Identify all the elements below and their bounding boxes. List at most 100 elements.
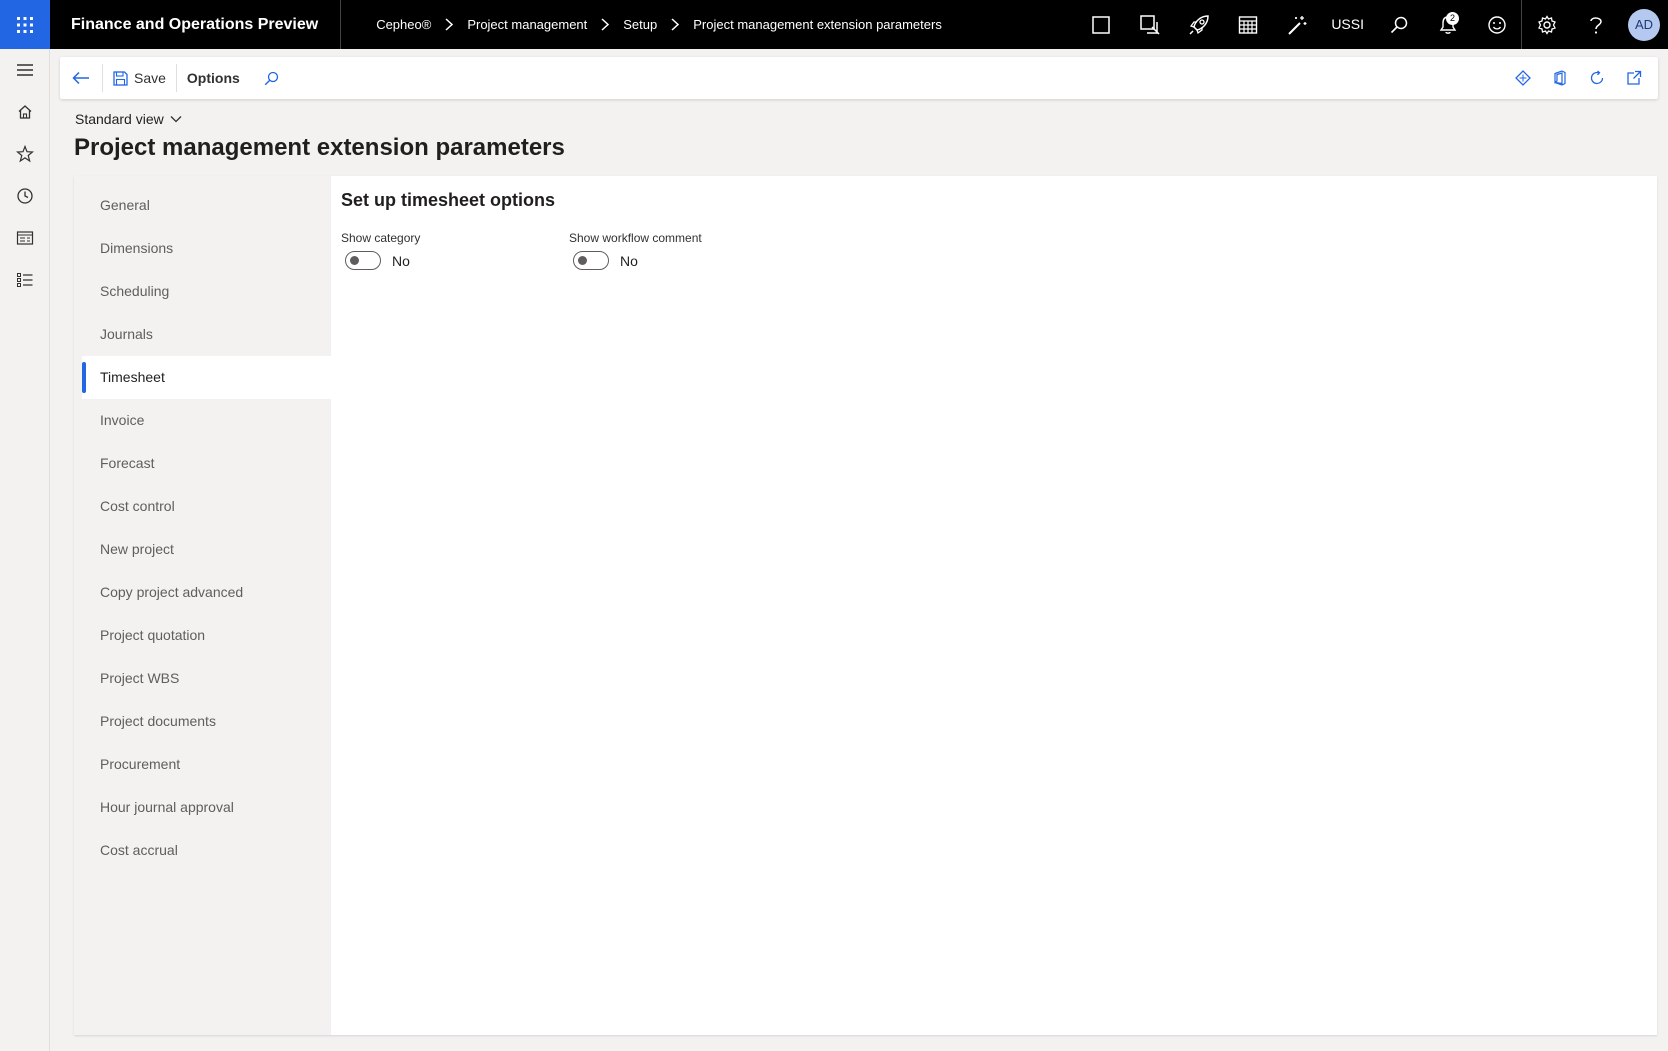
search-icon [1390, 16, 1407, 33]
toggle-row: No [569, 251, 797, 270]
tab-cost-accrual[interactable]: Cost accrual [82, 829, 331, 872]
workspaces-button[interactable] [0, 217, 50, 259]
tab-invoice[interactable]: Invoice [82, 399, 331, 442]
field-label: Show workflow comment [569, 231, 702, 245]
power-apps-button[interactable] [1504, 57, 1541, 99]
tab-general[interactable]: General [82, 184, 331, 227]
tab-timesheet[interactable]: Timesheet [82, 356, 331, 399]
breadcrumb-item-setup[interactable]: Setup [623, 17, 657, 32]
options-tab[interactable]: Options [177, 57, 250, 99]
diamond-icon [1514, 70, 1531, 86]
view-selector[interactable]: Standard view [75, 111, 182, 127]
toggle-value: No [620, 252, 638, 269]
action-pane-right [1504, 57, 1658, 99]
table-icon [1238, 15, 1258, 34]
office-icon [1553, 70, 1566, 86]
recent-button[interactable] [0, 175, 50, 217]
back-button[interactable] [60, 57, 102, 99]
tab-project-documents[interactable]: Project documents [82, 700, 331, 743]
action-pane: Save Options [60, 57, 1658, 99]
search-button[interactable] [1374, 0, 1423, 49]
window-select-button[interactable] [1125, 0, 1174, 49]
gear-icon [1537, 14, 1556, 35]
tab-journals[interactable]: Journals [82, 313, 331, 356]
save-icon [113, 70, 128, 86]
breadcrumb-item-current[interactable]: Project management extension parameters [693, 17, 942, 32]
action-search-button[interactable] [250, 57, 293, 99]
home-icon [18, 105, 32, 119]
breadcrumb: Cepheo® Project management Setup Project… [341, 17, 1076, 32]
navigation-rail [0, 49, 50, 1051]
tab-copy-project-advanced[interactable]: Copy project advanced [82, 571, 331, 614]
chevron-right-icon [671, 18, 680, 31]
back-arrow-icon [72, 71, 89, 85]
list-icon [17, 273, 33, 287]
table-button[interactable] [1223, 0, 1272, 49]
company-selector[interactable]: USSI [1321, 0, 1374, 49]
help-button[interactable] [1571, 0, 1620, 49]
pop-out-icon [1626, 70, 1641, 85]
show-workflow-comment-toggle[interactable] [573, 251, 609, 270]
refresh-button[interactable] [1578, 57, 1615, 99]
avatar[interactable]: AD [1628, 8, 1660, 41]
fields-row: Show category No Show workflow comment N… [341, 231, 1647, 270]
breadcrumb-item-cepheo[interactable]: Cepheo® [376, 17, 431, 32]
save-label: Save [134, 70, 166, 86]
vertical-tabs: General Dimensions Scheduling Journals Times… [74, 176, 331, 1035]
favorites-button[interactable] [0, 133, 50, 175]
smiley-icon [1487, 15, 1506, 34]
page-title: Project management extension parameters [74, 134, 565, 161]
tab-new-project[interactable]: New project [82, 528, 331, 571]
tab-forecast[interactable]: Forecast [82, 442, 331, 485]
content-area: General Dimensions Scheduling Journals Times… [74, 176, 1657, 1035]
search-icon [264, 71, 278, 85]
settings-button[interactable] [1522, 0, 1571, 49]
view-selector-label: Standard view [75, 111, 164, 127]
top-bar: Finance and Operations Preview Cepheo® P… [0, 0, 1668, 49]
office-button[interactable] [1541, 57, 1578, 99]
tab-dimensions[interactable]: Dimensions [82, 227, 331, 270]
tab-cost-control[interactable]: Cost control [82, 485, 331, 528]
rocket-icon [1189, 14, 1209, 35]
field-show-category: Show category No [341, 231, 569, 270]
modules-button[interactable] [0, 259, 50, 301]
feedback-button[interactable] [1472, 0, 1521, 49]
field-show-workflow-comment: Show workflow comment No [569, 231, 797, 270]
tab-hour-journal-approval[interactable]: Hour journal approval [82, 786, 331, 829]
app-title[interactable]: Finance and Operations Preview [50, 0, 342, 49]
square-icon [1092, 15, 1110, 34]
magic-wand-button[interactable] [1272, 0, 1321, 49]
toggle-value: No [392, 252, 410, 269]
tab-project-wbs[interactable]: Project WBS [82, 657, 331, 700]
refresh-icon [1590, 70, 1603, 85]
app-launcher-button[interactable] [0, 0, 50, 49]
open-new-window-button[interactable] [1615, 57, 1652, 99]
square-button[interactable] [1076, 0, 1125, 49]
save-button[interactable]: Save [103, 57, 176, 99]
expand-nav-button[interactable] [0, 49, 50, 91]
section-title: Set up timesheet options [341, 190, 556, 210]
workspace-icon [16, 231, 34, 245]
question-icon [1589, 16, 1602, 34]
options-label: Options [186, 70, 240, 86]
tab-panel-timesheet: Set up timesheet options Show category N… [331, 176, 1657, 1035]
waffle-icon [17, 16, 33, 33]
rocket-button[interactable] [1174, 0, 1223, 49]
notification-badge: 2 [1446, 12, 1459, 25]
star-icon [16, 145, 34, 163]
toggle-row: No [341, 251, 569, 270]
breadcrumb-item-project-management[interactable]: Project management [467, 17, 587, 32]
tab-project-quotation[interactable]: Project quotation [82, 614, 331, 657]
tab-procurement[interactable]: Procurement [82, 743, 331, 786]
home-button[interactable] [0, 91, 50, 133]
hamburger-icon [17, 64, 33, 76]
magic-wand-icon [1288, 15, 1307, 35]
notifications-button[interactable]: 2 [1423, 0, 1472, 49]
chevron-down-icon [170, 116, 182, 123]
window-select-icon [1140, 14, 1160, 35]
field-label: Show category [341, 231, 421, 245]
clock-icon [17, 188, 33, 204]
chevron-right-icon [445, 18, 454, 31]
tab-scheduling[interactable]: Scheduling [82, 270, 331, 313]
show-category-toggle[interactable] [345, 251, 381, 270]
